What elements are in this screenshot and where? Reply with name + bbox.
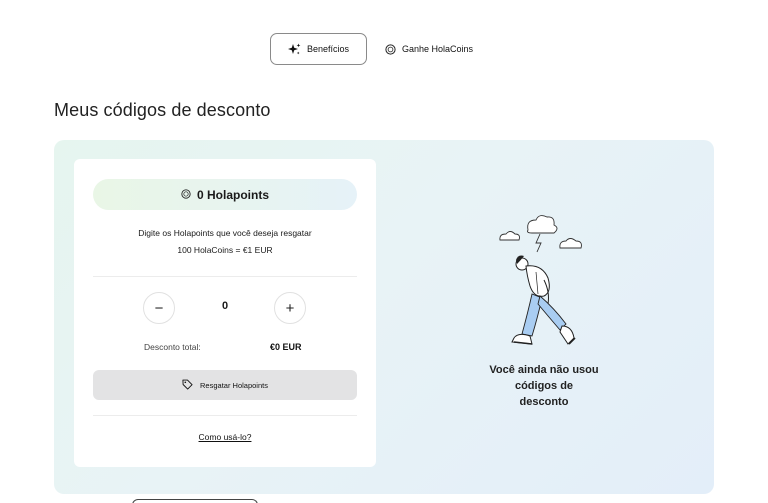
decrement-button[interactable]: − <box>143 292 175 324</box>
tab-beneficios[interactable]: Benefícios <box>270 33 367 65</box>
page-title: Meus códigos de desconto <box>54 100 271 120</box>
conversion-rate: 100 HolaCoins = €1 EUR <box>177 245 273 255</box>
points-balance: 0 Holapoints <box>196 187 269 202</box>
total-discount-label: Desconto total: <box>144 342 201 352</box>
increment-button[interactable]: + <box>274 292 306 324</box>
sad-traveler-illustration <box>492 208 596 358</box>
coin-icon <box>385 43 396 55</box>
coin-icon <box>181 188 191 202</box>
empty-state-line: desconto <box>519 396 569 408</box>
benefits-tabs: Benefícios Ganhe HolaCoins <box>270 33 473 65</box>
redeem-card: 0 Holapoints Digite os Holapoints que vo… <box>74 159 376 467</box>
tab-ganhe-holacoins-label: Ganhe HolaCoins <box>402 44 474 54</box>
redeem-holapoints-button[interactable]: Resgatar Holapoints <box>93 370 357 400</box>
divider <box>93 276 357 277</box>
tag-icon <box>182 379 193 392</box>
redeem-instructions: Digite os Holapoints que você deseja res… <box>74 225 376 259</box>
redeem-holapoints-label: Resgatar Holapoints <box>200 380 268 390</box>
sparkles-icon <box>287 43 301 56</box>
divider <box>93 415 357 416</box>
quantity-value: 0 <box>221 300 229 312</box>
empty-state-line: Você ainda não usou <box>489 364 599 376</box>
points-balance-pill: 0 Holapoints <box>93 179 357 210</box>
tab-ganhe-holacoins[interactable]: Ganhe HolaCoins <box>385 33 473 65</box>
cut-off-button[interactable] <box>132 499 258 503</box>
total-discount-value: €0 EUR <box>270 342 302 352</box>
how-to-use-link[interactable]: Como usá-lo? <box>74 432 376 442</box>
tab-beneficios-label: Benefícios <box>306 44 350 54</box>
empty-state-message: Você ainda não usou códigos de desconto <box>474 362 614 410</box>
empty-state-line: códigos de <box>514 380 574 392</box>
instruction-text: Digite os Holapoints que você deseja res… <box>138 228 312 238</box>
